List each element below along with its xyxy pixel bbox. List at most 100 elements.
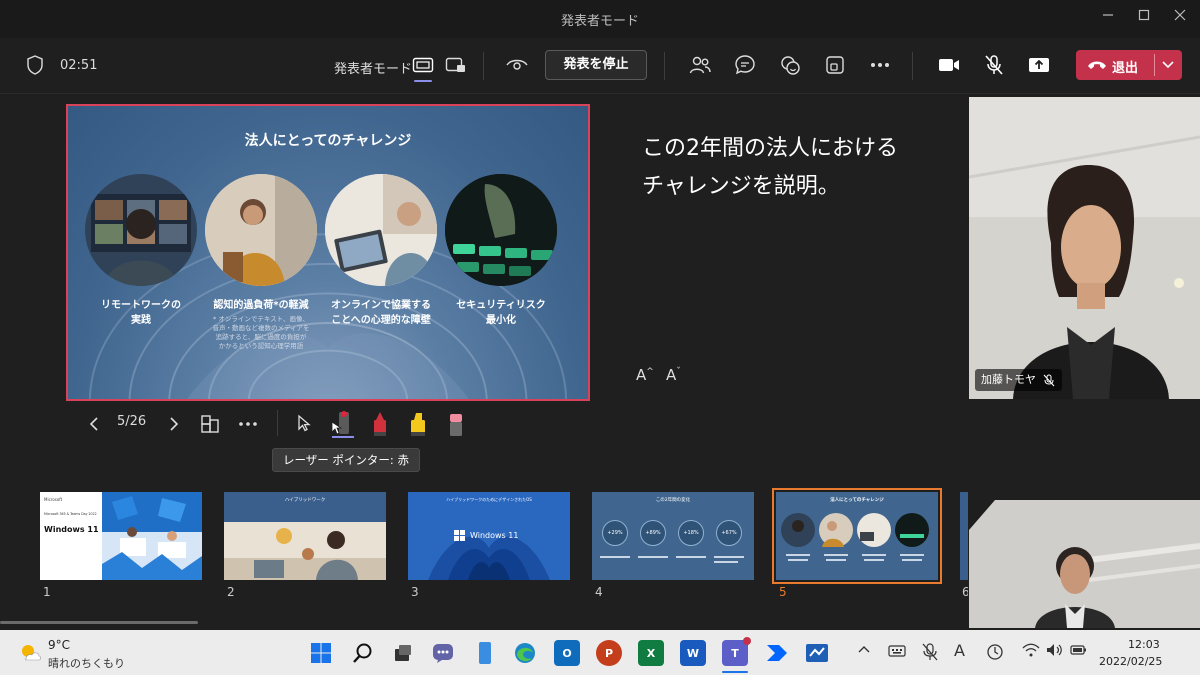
decrease-font-button[interactable]: Aˇ — [666, 366, 681, 384]
power-automate-icon[interactable] — [764, 640, 790, 666]
challenge-cognitive-overload: 認知的過負荷*の軽減 * オンラインでテキスト、画像、 音声・動画など複数のメデ… — [202, 174, 320, 351]
teams-icon[interactable]: T — [722, 637, 751, 666]
people-icon[interactable] — [685, 50, 715, 80]
grid-view-icon — [201, 415, 219, 433]
toolbar-divider — [664, 52, 665, 80]
more-slide-options-button[interactable] — [236, 412, 260, 436]
slide-thumbnail-selected[interactable]: 法人にとってのチャレンジ — [772, 488, 942, 584]
edge-icon[interactable] — [512, 640, 538, 666]
powerpoint-icon[interactable]: P — [596, 640, 622, 666]
laser-pointer-tooltip: レーザー ポインター: 赤 — [272, 448, 420, 472]
thumbnail-brand: Microsoft — [44, 497, 63, 502]
camera-icon[interactable] — [934, 50, 964, 80]
maximize-button[interactable] — [1132, 8, 1156, 28]
thumbnail-text-area: Microsoft Microsoft 365 & Teams Day 2022… — [40, 492, 102, 580]
reactions-icon[interactable] — [775, 50, 805, 80]
rooms-icon[interactable] — [820, 50, 850, 80]
slide-thumbnail[interactable]: Microsoft Microsoft 365 & Teams Day 2022… — [40, 492, 202, 580]
thumbnail-number: 3 — [411, 585, 419, 599]
slide-thumbnail[interactable] — [960, 492, 968, 580]
red-pen-icon — [374, 412, 386, 436]
self-video[interactable] — [969, 500, 1200, 628]
highlighter-icon — [411, 413, 425, 436]
previous-slide-button[interactable] — [82, 412, 106, 436]
clock-date[interactable]: 2022/02/25 — [1099, 655, 1162, 668]
active-app-indicator — [722, 671, 748, 673]
stop-presenting-button[interactable]: 発表を停止 — [545, 50, 647, 80]
share-tray-icon[interactable] — [1024, 50, 1054, 80]
slide-thumbnail[interactable]: ハイブリッドワーク — [224, 492, 386, 580]
task-view-icon[interactable] — [390, 640, 416, 666]
meeting-timer: 02:51 — [60, 58, 98, 73]
whiteboard-icon[interactable] — [804, 640, 830, 666]
leave-divider — [1154, 54, 1155, 76]
eye-icon[interactable] — [502, 50, 532, 80]
side-by-side-view-button[interactable] — [443, 54, 469, 76]
pointer-tool-button[interactable] — [292, 411, 316, 435]
slide-counter: 5/26 — [117, 414, 147, 429]
weather-sun-cloud-icon[interactable] — [18, 641, 42, 663]
participant-video[interactable]: 加藤トモヤ — [969, 97, 1200, 399]
highlighter-button[interactable] — [406, 410, 430, 438]
title-bar: 発表者モード — [0, 0, 1200, 38]
eraser-button[interactable] — [444, 410, 468, 438]
thumbnail-scrollbar[interactable] — [0, 621, 198, 624]
thumbnail-number: 5 — [779, 585, 787, 599]
stat-circle: +18% — [678, 520, 704, 546]
current-slide[interactable]: 法人にとってのチャレンジ リモートワークの 実践 認知的過負荷*の軽減 * オン… — [66, 104, 590, 401]
focus-assist-icon[interactable] — [986, 643, 1004, 665]
standout-view-button[interactable] — [410, 54, 436, 82]
challenge-caption: オンラインで協業する ことへの心理的な障壁 — [331, 300, 431, 326]
slide-thumbnail[interactable]: この2年間の変化 +29% +89% +18% +67% — [592, 492, 754, 580]
word-letter: W — [686, 646, 700, 660]
security-photo — [445, 174, 557, 286]
thumbnail-heading: Windows 11 — [44, 525, 99, 534]
chat-icon[interactable] — [730, 50, 760, 80]
ime-indicator[interactable]: A — [954, 641, 965, 660]
stat-circle: +89% — [640, 520, 666, 546]
chevron-down-icon[interactable] — [1161, 60, 1175, 70]
red-pen-button[interactable] — [368, 410, 392, 438]
clock-time[interactable]: 12:03 — [1128, 638, 1160, 651]
increase-font-label: A — [636, 366, 647, 384]
weather-description[interactable]: 晴れのちくもり — [48, 655, 125, 671]
leave-label: 退出 — [1112, 61, 1139, 76]
thumbnail-caption-lines — [600, 556, 744, 563]
next-slide-button[interactable] — [162, 412, 186, 436]
shield-icon[interactable] — [26, 55, 44, 79]
search-icon[interactable] — [350, 640, 376, 666]
start-icon[interactable] — [308, 640, 334, 666]
slide-grid-button[interactable] — [198, 412, 222, 436]
window-title: 発表者モード — [560, 14, 639, 29]
chevron-up-icon[interactable] — [857, 643, 871, 658]
excel-letter: X — [646, 646, 656, 660]
outlook-letter: O — [562, 646, 572, 660]
volume-icon[interactable] — [1046, 643, 1064, 661]
toolbar-divider — [483, 52, 484, 80]
increase-font-button[interactable]: A^ — [636, 366, 654, 384]
participant-name-tag: 加藤トモヤ — [975, 369, 1062, 391]
close-window-button[interactable] — [1168, 8, 1192, 28]
teams-chat-icon[interactable] — [430, 640, 456, 666]
thumbnail-number: 4 — [595, 585, 603, 599]
wifi-icon[interactable] — [1022, 643, 1040, 661]
powerpoint-letter: P — [604, 646, 614, 660]
minimize-button[interactable] — [1096, 8, 1120, 28]
leave-button[interactable]: 退出 — [1076, 50, 1182, 80]
thumbnail-circles — [781, 513, 929, 561]
weather-temperature[interactable]: 9°C — [48, 638, 70, 652]
word-icon[interactable]: W — [680, 640, 706, 666]
mic-off-tray-icon[interactable] — [922, 643, 938, 665]
laser-pointer-button[interactable] — [328, 410, 354, 440]
excel-icon[interactable]: X — [638, 640, 664, 666]
mic-off-icon[interactable] — [979, 50, 1009, 80]
participant-name: 加藤トモヤ — [981, 373, 1036, 386]
keyboard-icon[interactable] — [888, 644, 906, 662]
slide-thumbnail[interactable]: ハイブリッドワークのためにデザインされたOS Windows 11 — [408, 492, 570, 580]
more-options-icon[interactable] — [865, 50, 895, 80]
outlook-icon[interactable]: O — [554, 640, 580, 666]
battery-icon[interactable] — [1070, 643, 1088, 661]
presenter-mode-label: 発表者モード — [334, 62, 413, 77]
challenge-remote-work: リモートワークの 実践 — [82, 174, 200, 328]
widgets-icon[interactable] — [472, 640, 498, 666]
